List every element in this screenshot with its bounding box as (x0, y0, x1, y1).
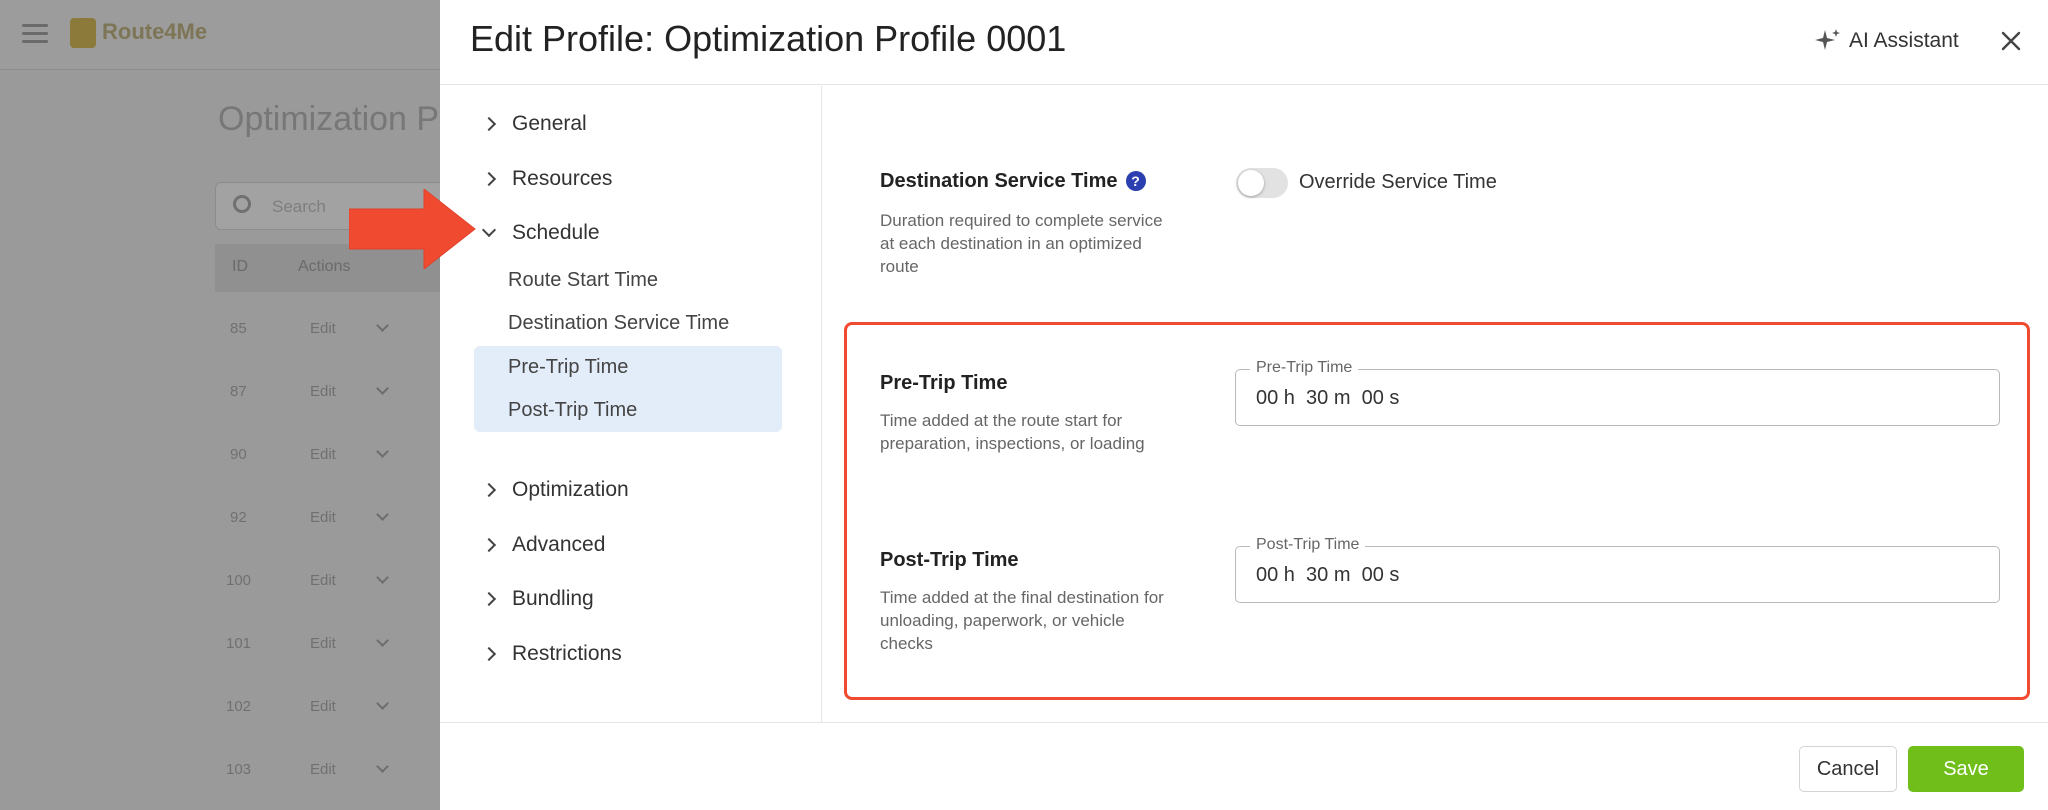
annotation-arrow-icon (349, 189, 476, 269)
background-column-actions: Actions (298, 258, 351, 275)
cancel-button[interactable]: Cancel (1799, 746, 1897, 792)
background-row-id: 100 (226, 572, 252, 589)
pre-trip-time-value: 00 h 30 m 00 s (1256, 387, 1400, 409)
background-topbar (0, 0, 440, 70)
background-row-id: 85 (230, 320, 247, 337)
chevron-down-icon (376, 445, 389, 458)
background-row-action: Edit (310, 635, 336, 652)
sidebar-section-restrictions[interactable]: Restrictions (481, 637, 622, 671)
sidebar-section-resources[interactable]: Resources (481, 162, 613, 196)
post-trip-time-title: Post-Trip Time (880, 549, 1019, 571)
chevron-down-icon (376, 508, 389, 521)
background-row-id: 90 (230, 446, 247, 463)
close-button[interactable] (1994, 24, 2028, 58)
sidebar-item-post-trip-time[interactable]: Post-Trip Time (474, 389, 782, 432)
chevron-down-icon (376, 319, 389, 332)
sidebar-section-label: Advanced (512, 533, 606, 556)
search-icon (233, 195, 251, 213)
background-column-id: ID (232, 258, 248, 275)
modal-header: Edit Profile: Optimization Profile 0001 … (440, 0, 2048, 85)
modal-footer: Cancel Save (440, 722, 2048, 810)
chevron-down-icon (376, 697, 389, 710)
destination-service-time-title-text: Destination Service Time (880, 170, 1118, 192)
ai-assistant-button[interactable]: AI Assistant (1813, 24, 1959, 58)
background-row-id: 87 (230, 383, 247, 400)
post-trip-time-value: 00 h 30 m 00 s (1256, 564, 1400, 586)
sidebar-section-advanced[interactable]: Advanced (481, 528, 606, 562)
sidebar-section-label: General (512, 112, 587, 135)
background-row-id: 103 (226, 761, 252, 778)
post-trip-time-field-label: Post-Trip Time (1250, 536, 1366, 554)
background-row-action: Edit (310, 761, 336, 778)
app-logo: Route4Me (70, 18, 207, 48)
app-logo-text: Route4Me (102, 18, 208, 44)
chevron-down-icon (376, 760, 389, 773)
pre-trip-time-description: Time added at the route start for prepar… (880, 411, 1145, 453)
help-icon[interactable]: ? (1125, 171, 1146, 191)
background-page-title: Optimization P (218, 100, 440, 138)
settings-sidebar: General Resources Schedule Route Start T… (440, 86, 822, 722)
background-row-action: Edit (310, 572, 336, 589)
pre-trip-time-title: Pre-Trip Time (880, 372, 1008, 394)
chevron-right-icon (481, 116, 497, 132)
chevron-down-icon (481, 222, 497, 238)
sparkle-icon (1815, 29, 1840, 50)
settings-content: Destination Service Time? Duration requi… (822, 86, 2048, 722)
chevron-right-icon (481, 482, 497, 498)
background-row-id: 92 (230, 509, 247, 526)
save-button[interactable]: Save (1908, 746, 2024, 792)
chevron-right-icon (481, 591, 497, 607)
chevron-right-icon (481, 646, 497, 662)
sidebar-section-label: Schedule (512, 221, 600, 244)
ai-assistant-label: AI Assistant (1849, 29, 1959, 52)
chevron-right-icon (481, 171, 497, 187)
background-row-action: Edit (310, 320, 336, 337)
modal-title: Edit Profile: Optimization Profile 0001 (470, 18, 1067, 59)
background-row-action: Edit (310, 698, 336, 715)
chevron-down-icon (376, 634, 389, 647)
sidebar-item-pre-trip-time[interactable]: Pre-Trip Time (474, 346, 782, 389)
override-service-time-label: Override Service Time (1299, 171, 1497, 193)
destination-service-time-title: Destination Service Time? (880, 170, 1146, 193)
pre-trip-time-input[interactable]: Pre-Trip Time 00 h 30 m 00 s (1235, 359, 2000, 426)
sidebar-section-label: Optimization (512, 478, 629, 501)
post-trip-time-description: Time added at the final destination for … (880, 588, 1164, 653)
sidebar-section-bundling[interactable]: Bundling (481, 582, 594, 616)
background-row-id: 102 (226, 698, 252, 715)
background-search-placeholder: Search (272, 197, 326, 216)
background-row-action: Edit (310, 383, 336, 400)
chevron-right-icon (481, 537, 497, 553)
toggle-knob (1238, 170, 1264, 196)
override-service-time-toggle[interactable] (1236, 168, 1288, 198)
close-icon (2001, 31, 2021, 51)
sidebar-item-route-start-time[interactable]: Route Start Time (474, 259, 782, 302)
sidebar-section-label: Resources (512, 167, 613, 190)
destination-service-time-description: Duration required to complete service at… (880, 211, 1163, 276)
sidebar-section-optimization[interactable]: Optimization (481, 473, 629, 507)
sidebar-item-destination-service-time[interactable]: Destination Service Time (474, 302, 782, 345)
chevron-down-icon (376, 382, 389, 395)
background-row-id: 101 (226, 635, 252, 652)
sidebar-section-general[interactable]: General (481, 107, 587, 141)
background-row-action: Edit (310, 446, 336, 463)
background-row-action: Edit (310, 509, 336, 526)
edit-profile-modal: Edit Profile: Optimization Profile 0001 … (440, 0, 2048, 810)
pre-trip-time-field-label: Pre-Trip Time (1250, 359, 1359, 377)
hamburger-menu-icon (22, 24, 48, 44)
sidebar-section-label: Restrictions (512, 642, 622, 665)
sidebar-section-label: Bundling (512, 587, 594, 610)
sidebar-section-schedule[interactable]: Schedule (481, 216, 600, 250)
chevron-down-icon (376, 571, 389, 584)
background-app: Route4Me Optimization P Search ID Action… (0, 0, 445, 810)
post-trip-time-input[interactable]: Post-Trip Time 00 h 30 m 00 s (1235, 536, 2000, 603)
